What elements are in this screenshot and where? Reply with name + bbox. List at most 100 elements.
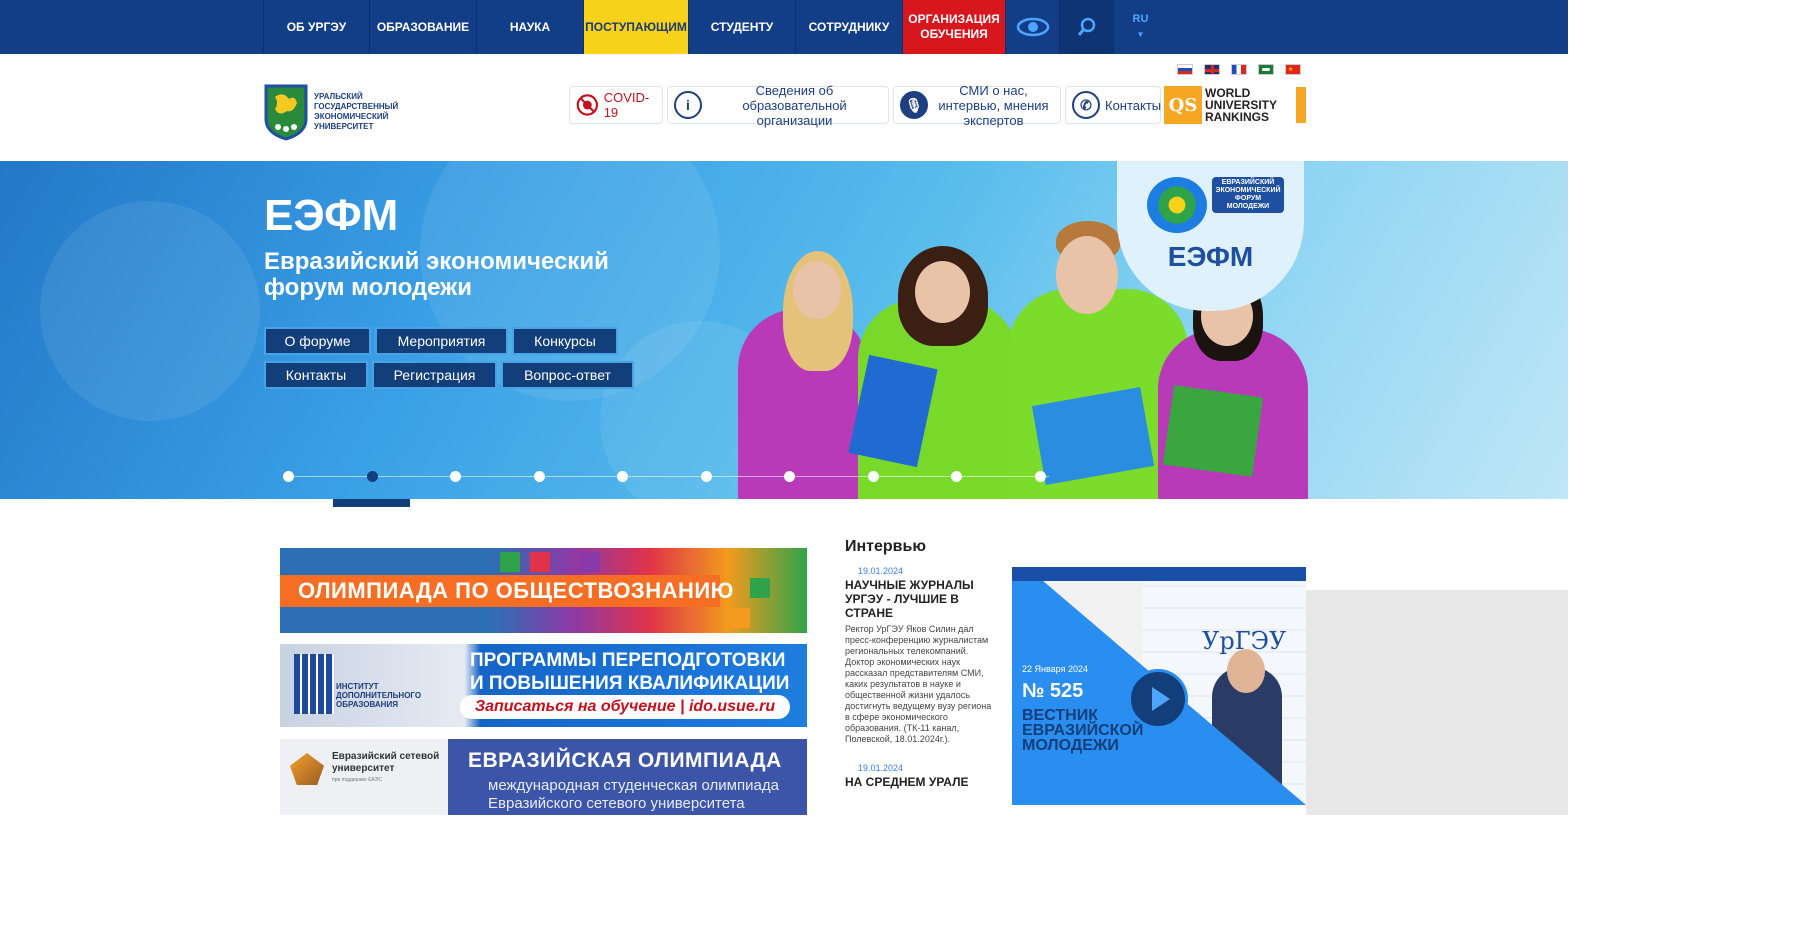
nav-item-science[interactable]: НАУКА	[476, 0, 583, 54]
covid-button[interactable]: COVID-19	[569, 86, 663, 124]
hero-contacts-button[interactable]: Контакты	[264, 361, 368, 389]
flag-cn-icon[interactable]: ★	[1285, 64, 1301, 75]
slide-dot[interactable]	[701, 471, 712, 482]
nav-item-students[interactable]: СТУДЕНТУ	[688, 0, 795, 54]
news-title[interactable]: НАУЧНЫЕ ЖУРНАЛЫ УРГЭУ - ЛУЧШИЕ В СТРАНЕ	[845, 578, 995, 620]
flag-fr-icon[interactable]	[1231, 64, 1247, 75]
contacts-label: Контакты	[1105, 97, 1162, 113]
person-head	[793, 261, 841, 319]
eye-icon	[1016, 17, 1049, 37]
support-label: при поддержке ЕАЭС	[332, 777, 382, 783]
slider-pagination	[283, 470, 1063, 484]
nav-label: ОБ УРГЭУ	[286, 19, 347, 34]
qs-label: WORLD UNIVERSITY RANKINGS	[1205, 87, 1306, 123]
nav-item-education[interactable]: ОБРАЗОВАНИЕ	[369, 0, 476, 54]
globe-icon	[1147, 177, 1207, 233]
slide-dot[interactable]	[283, 471, 294, 482]
nav-item-staff[interactable]: СОТРУДНИКУ	[795, 0, 902, 54]
info-button[interactable]: i Сведения об образовательной организаци…	[667, 83, 889, 128]
banner-text: ОЛИМПИАДА ПО ОБЩЕСТВОЗНАНИЮ	[298, 578, 734, 603]
flag-ru-icon[interactable]	[1177, 64, 1193, 75]
pagination-line	[289, 476, 1049, 477]
button-label: Регистрация	[393, 367, 476, 383]
hero-slider: ЕЭФМ Евразийский экономический форум мол…	[0, 161, 1568, 499]
books-icon	[294, 654, 334, 714]
registration-button[interactable]: Регистрация	[372, 361, 497, 389]
shield-logo-icon	[264, 84, 308, 141]
nav-item-applicants[interactable]: ПОСТУПАЮЩИМ	[583, 0, 688, 54]
covid-label: COVID-19	[603, 90, 650, 120]
news-title[interactable]: НА СРЕДНЕМ УРАЛЕ	[845, 775, 995, 789]
nav-label: НАУКА	[509, 19, 551, 34]
banner-line: международная студенческая олимпиада	[488, 777, 779, 794]
hero-title: ЕЭФМ	[264, 191, 399, 240]
slide-dot[interactable]	[868, 471, 879, 482]
brochure-image	[1162, 385, 1264, 477]
institute-label: Институт дополнительного образования	[336, 682, 422, 709]
slide-dot[interactable]	[951, 471, 962, 482]
news-date: 19.01.2024	[858, 763, 904, 773]
qs-rankings-link[interactable]: QS WORLD UNIVERSITY RANKINGS	[1164, 86, 1306, 124]
slider-active-indicator	[333, 499, 410, 507]
phone-icon: ✆	[1072, 91, 1100, 119]
banner-title: ЕВРАЗИЙСКАЯ ОЛИМПИАДА	[468, 749, 782, 772]
tile-icon	[500, 552, 520, 572]
vestnik-card[interactable]: УрГЭУ 22 Января 2024 № 525 ВЕСТНИК ЕВРАЗ…	[1012, 567, 1306, 805]
ido-programs-banner[interactable]: Институт дополнительного образования ПРО…	[280, 644, 807, 727]
speaker-head	[1227, 649, 1265, 693]
slide-dot[interactable]	[617, 471, 628, 482]
button-label: Конкурсы	[534, 333, 596, 349]
forum-about-button[interactable]: О форуме	[264, 327, 371, 355]
news-item[interactable]: 19.01.2024 НАУЧНЫЕ ЖУРНАЛЫ УРГЭУ - ЛУЧШИ…	[845, 566, 995, 745]
tile-icon	[750, 578, 770, 598]
contacts-button[interactable]: ✆ Контакты	[1065, 86, 1161, 124]
faq-button[interactable]: Вопрос-ответ	[501, 361, 634, 389]
nav-item-about[interactable]: ОБ УРГЭУ	[263, 0, 369, 54]
accessibility-button[interactable]	[1005, 0, 1059, 54]
nav-label: СОТРУДНИКУ	[808, 19, 890, 34]
vestnik-number: № 525	[1022, 680, 1084, 702]
slide-dot[interactable]	[1035, 471, 1046, 482]
microphone-icon: 🎙	[900, 91, 928, 119]
nav-label: ОБРАЗОВАНИЕ	[376, 19, 470, 34]
interview-section: Интервью 19.01.2024 НАУЧНЫЕ ЖУРНАЛЫ УРГЭ…	[845, 538, 995, 789]
smi-label: СМИ о нас, интервью, мнения экспертов	[938, 82, 1049, 128]
flag-uk-icon[interactable]	[1204, 64, 1220, 75]
enroll-link[interactable]: Записаться на обучение | ido.usue.ru	[460, 695, 790, 719]
hero-subtitle: Евразийский экономический форум молодежи	[264, 248, 609, 301]
hero-buttons: О форуме Мероприятия Конкурсы Контакты Р…	[264, 327, 644, 395]
vestnik-top-strip	[1012, 567, 1306, 581]
person-head	[915, 261, 970, 323]
slide-dot[interactable]	[534, 471, 545, 482]
button-label: Мероприятия	[397, 333, 486, 349]
smi-button[interactable]: 🎙 СМИ о нас, интервью, мнения экспертов	[893, 83, 1061, 128]
nav-item-organization[interactable]: ОРГАНИЗАЦИЯ ОБУЧЕНИЯ	[902, 0, 1005, 54]
nav-label: ОРГАНИЗАЦИЯ ОБУЧЕНИЯ	[908, 12, 1000, 41]
virus-icon	[576, 94, 599, 116]
flag-sa-icon[interactable]	[1258, 64, 1274, 75]
slide-dot[interactable]	[450, 471, 461, 482]
button-label: О форуме	[284, 333, 351, 349]
nav-label: СТУДЕНТУ	[710, 19, 774, 34]
language-switcher[interactable]: RU ▼	[1113, 0, 1167, 54]
olympiad-social-banner[interactable]: ОЛИМПИАДА ПО ОБЩЕСТВОЗНАНИЮ	[280, 548, 807, 633]
vestnik-date: 22 Января 2024	[1022, 664, 1088, 674]
contests-button[interactable]: Конкурсы	[512, 327, 618, 355]
banner-line: Евразийского сетевого университета	[488, 795, 745, 812]
slide-dot[interactable]	[784, 471, 795, 482]
eurasian-olympiad-banner[interactable]: Евразийский сетевой университет при подд…	[280, 739, 807, 815]
network-university-label: Евразийский сетевой университет	[332, 751, 440, 774]
logo-text: Уральский государственный экономический …	[314, 92, 399, 131]
badge-label: ЕВРАЗИЙСКИЙ ЭКОНОМИЧЕСКИЙ ФОРУМ МОЛОДЕЖИ	[1212, 177, 1284, 213]
play-button[interactable]	[1128, 669, 1188, 729]
nav-label: ПОСТУПАЮЩИМ	[585, 19, 687, 34]
news-item[interactable]: 19.01.2024 НА СРЕДНЕМ УРАЛЕ	[845, 763, 995, 789]
university-logo[interactable]: Уральский государственный экономический …	[263, 82, 413, 142]
banner-line: И ПОВЫШЕНИЯ КВАЛИФИКАЦИИ	[470, 673, 790, 694]
top-navigation: ОБ УРГЭУ ОБРАЗОВАНИЕ НАУКА ПОСТУПАЮЩИМ С…	[0, 0, 1568, 54]
search-button[interactable]	[1059, 0, 1113, 54]
slide-dot-active[interactable]	[367, 471, 378, 482]
tile-icon	[530, 552, 550, 572]
events-button[interactable]: Мероприятия	[375, 327, 508, 355]
qs-logo: QS	[1164, 86, 1202, 124]
